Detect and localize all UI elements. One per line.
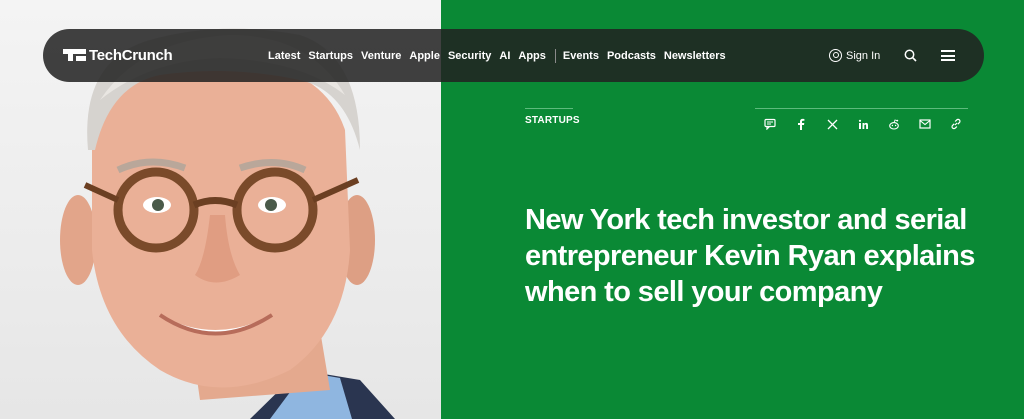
- share-bar: [763, 117, 980, 131]
- sign-in-button[interactable]: Sign In: [829, 29, 880, 82]
- nav-links: Latest Startups Venture Apple Security A…: [268, 29, 734, 82]
- techcrunch-logo[interactable]: TechCrunch: [63, 45, 173, 65]
- nav-link-venture[interactable]: Venture: [361, 50, 401, 62]
- reddit-icon[interactable]: [887, 117, 901, 131]
- email-icon[interactable]: [918, 117, 932, 131]
- x-icon[interactable]: [825, 117, 839, 131]
- nav-link-newsletters[interactable]: Newsletters: [664, 50, 726, 62]
- nav-link-security[interactable]: Security: [448, 50, 491, 62]
- facebook-icon[interactable]: [794, 117, 808, 131]
- article-headline: New York tech investor and serial entrep…: [525, 204, 975, 308]
- nav-link-events[interactable]: Events: [563, 50, 599, 62]
- share-divider: [755, 108, 968, 109]
- menu-icon[interactable]: [941, 50, 955, 62]
- comment-icon[interactable]: [763, 117, 777, 131]
- logo-text: TechCrunch: [89, 46, 173, 64]
- user-icon: [829, 49, 842, 62]
- nav-link-startups[interactable]: Startups: [308, 50, 353, 62]
- article-category[interactable]: STARTUPS: [525, 115, 580, 126]
- tc-logo-icon: [63, 45, 87, 65]
- nav-divider: [554, 48, 556, 63]
- link-icon[interactable]: [949, 117, 963, 131]
- nav-link-apps[interactable]: Apps: [518, 50, 546, 62]
- nav-link-podcasts[interactable]: Podcasts: [607, 50, 656, 62]
- sign-in-label: Sign In: [846, 49, 881, 62]
- linkedin-icon[interactable]: [856, 117, 870, 131]
- category-divider: [525, 108, 573, 109]
- top-navigation: TechCrunch Latest Startups Venture Apple…: [43, 29, 984, 82]
- nav-link-latest[interactable]: Latest: [268, 50, 300, 62]
- nav-link-apple[interactable]: Apple: [409, 50, 440, 62]
- search-icon[interactable]: [904, 49, 917, 62]
- nav-link-ai[interactable]: AI: [499, 50, 510, 62]
